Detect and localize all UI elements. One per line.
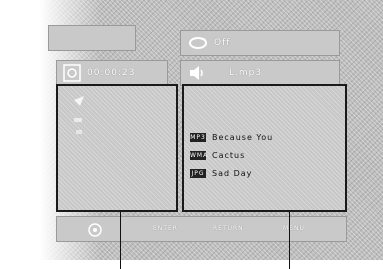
- current-filename: L.mp3: [229, 68, 263, 78]
- wma-badge: WMA: [190, 151, 209, 160]
- navigate-icon: [88, 223, 102, 237]
- track-item[interactable]: JPG Sad Day: [190, 169, 252, 178]
- track-title: Sad Day: [212, 169, 253, 178]
- file-bar: L.mp3: [180, 60, 340, 86]
- menu-hint: MENU: [283, 225, 305, 232]
- enter-hint: ENTER: [153, 225, 178, 232]
- track-title: Because You: [212, 133, 274, 142]
- track-item[interactable]: WMA Cactus: [190, 151, 245, 160]
- disc-icon: [63, 64, 81, 82]
- footer-bar: ENTER RETURN MENU: [56, 216, 347, 242]
- elapsed-time: 00:00:23: [87, 68, 136, 78]
- return-hint: RETURN: [213, 225, 244, 232]
- repeat-status: Off: [214, 38, 231, 48]
- track-list-panel: MP3 Because You WMA Cactus JPG Sad Day: [182, 84, 347, 212]
- top-left-bar: [48, 25, 136, 51]
- callout-line-right: [289, 212, 290, 269]
- track-item[interactable]: MP3 Because You: [190, 133, 273, 142]
- folder-glyphs: [74, 96, 84, 134]
- jpg-badge: JPG: [190, 169, 206, 178]
- loop-icon: [189, 37, 207, 49]
- repeat-bar[interactable]: Off: [180, 30, 340, 56]
- mp3-badge: MP3: [190, 133, 206, 142]
- track-title: Cactus: [212, 151, 246, 160]
- speaker-icon: [190, 66, 203, 80]
- callout-line-left: [120, 212, 121, 269]
- folder-panel: [56, 84, 178, 212]
- time-bar: 00:00:23: [56, 60, 168, 86]
